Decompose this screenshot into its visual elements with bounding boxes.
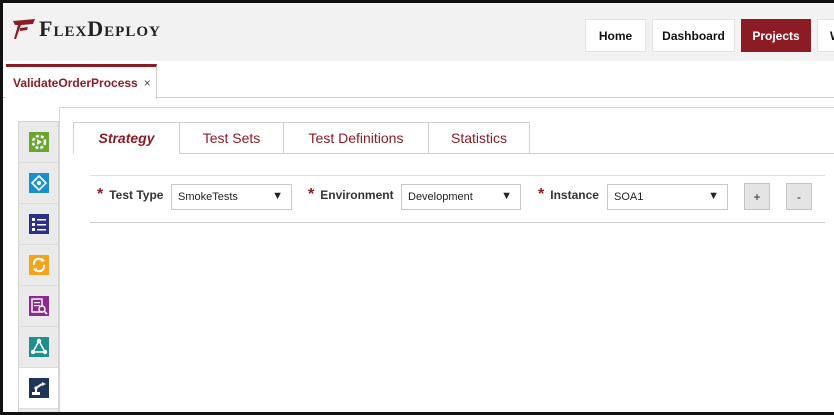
project-icon-rail	[18, 121, 59, 412]
instance-value: SOA1	[614, 191, 644, 203]
add-instance-button[interactable]: +	[744, 183, 770, 210]
required-mark: *	[97, 186, 104, 203]
tab-baseline	[517, 153, 834, 154]
required-mark: *	[308, 186, 315, 203]
flexdeploy-logo[interactable]: FlexDeploy	[12, 16, 161, 42]
build-gear-icon	[28, 132, 49, 152]
checklist-icon	[28, 214, 49, 234]
rail-item-testing[interactable]	[19, 368, 58, 409]
instance-select[interactable]: SOA1 ▼	[607, 184, 728, 210]
test-configuration-panel: Strategy Test Sets Test Definitions Stat…	[59, 107, 834, 412]
tab-strategy[interactable]: Strategy	[73, 122, 179, 154]
close-icon[interactable]: ×	[144, 76, 151, 90]
nav-truncated-button[interactable]: W	[817, 19, 834, 52]
strategy-filter-row: * Test Type SmokeTests ▼ * Environment D…	[90, 175, 825, 223]
environment-label: * Environment	[308, 186, 394, 203]
nav-home-button[interactable]: Home	[585, 19, 646, 52]
tab-test-definitions[interactable]: Test Definitions	[283, 122, 428, 154]
deploy-diamond-icon	[28, 173, 49, 193]
test-tabs: Strategy Test Sets Test Definitions Stat…	[73, 122, 530, 154]
chevron-down-icon: ▼	[501, 190, 512, 202]
nav-projects-button[interactable]: Projects	[741, 19, 811, 52]
nav-dashboard-button[interactable]: Dashboard	[652, 19, 735, 52]
app-header: FlexDeploy Home Dashboard Projects W	[3, 3, 834, 61]
test-type-label-text: Test Type	[109, 188, 164, 202]
rail-item-reports[interactable]	[19, 286, 58, 327]
chevron-down-icon: ▼	[272, 190, 283, 202]
test-type-select[interactable]: SmokeTests ▼	[171, 184, 292, 210]
report-search-icon	[28, 296, 49, 316]
rail-item-release[interactable]	[19, 245, 58, 286]
rail-item-workflow[interactable]	[19, 327, 58, 368]
remove-instance-button[interactable]: -	[786, 183, 812, 210]
logo-text: FlexDeploy	[39, 16, 161, 41]
chevron-down-icon: ▼	[708, 190, 719, 202]
instance-label-text: Instance	[550, 188, 599, 202]
document-tab-label: ValidateOrderProcess	[13, 76, 138, 90]
tab-statistics[interactable]: Statistics	[428, 122, 530, 154]
instance-label: * Instance	[538, 186, 599, 203]
robot-arm-icon	[28, 378, 49, 398]
tab-test-sets[interactable]: Test Sets	[179, 122, 283, 154]
environment-select[interactable]: Development ▼	[401, 184, 521, 210]
document-tab[interactable]: ValidateOrderProcess ×	[6, 64, 157, 99]
flexdeploy-logo-icon	[13, 19, 35, 39]
app-frame: FlexDeploy Home Dashboard Projects W Val…	[0, 0, 834, 415]
refresh-cycle-icon	[28, 255, 49, 275]
rail-item-checklist[interactable]	[19, 204, 58, 245]
workflow-triangle-icon	[28, 337, 49, 357]
document-tab-strip: ValidateOrderProcess ×	[3, 61, 834, 99]
environment-value: Development	[408, 191, 473, 203]
top-nav: Home Dashboard Projects W	[585, 19, 834, 52]
test-type-value: SmokeTests	[178, 191, 238, 203]
rail-item-build[interactable]	[19, 122, 58, 163]
required-mark: *	[538, 186, 545, 203]
environment-label-text: Environment	[320, 188, 394, 202]
test-type-label: * Test Type	[97, 186, 164, 203]
rail-item-deploy[interactable]	[19, 163, 58, 204]
